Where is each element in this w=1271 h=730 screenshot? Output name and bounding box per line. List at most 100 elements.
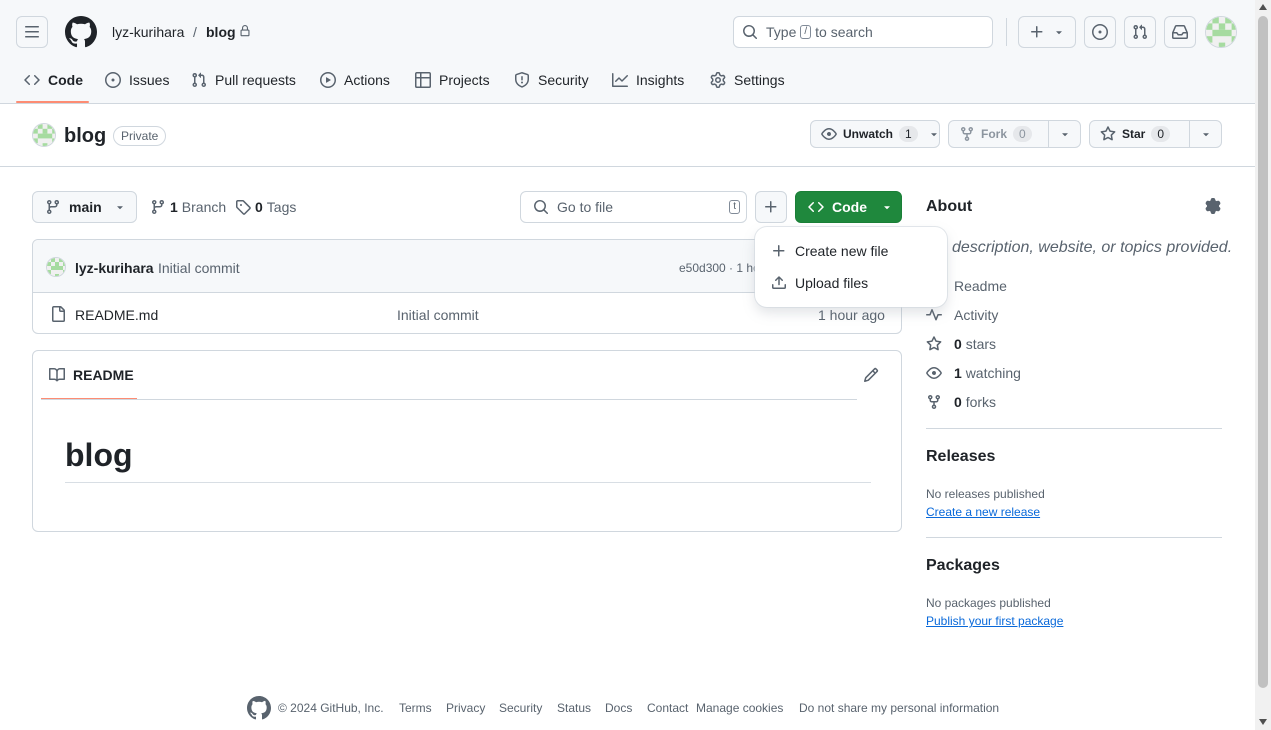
search-suffix: to search	[815, 24, 873, 40]
publish-package-link[interactable]: Publish your first package	[926, 614, 1063, 628]
packages-heading[interactable]: Packages	[926, 557, 1000, 575]
tags-link[interactable]: 0 Tags	[235, 199, 296, 215]
code-icon	[808, 201, 824, 213]
identicon-icon	[33, 124, 55, 146]
scroll-up-arrow-icon	[1259, 4, 1267, 10]
pull-requests-button[interactable]	[1124, 16, 1156, 48]
repo-owner-avatar[interactable]	[32, 123, 56, 147]
watching-count: 1	[954, 365, 962, 381]
file-commit-message[interactable]: Initial commit	[397, 307, 479, 323]
fork-dropdown-button[interactable]	[1048, 121, 1080, 147]
stars-link[interactable]: 0 stars	[926, 334, 996, 354]
unwatch-button[interactable]: Unwatch 1	[811, 121, 928, 147]
star-button[interactable]: Star 0	[1090, 121, 1189, 147]
breadcrumb-repo[interactable]: blog	[206, 24, 236, 40]
forks-link[interactable]: 0 forks	[926, 392, 996, 412]
git-branch-icon	[151, 200, 164, 215]
issue-opened-icon	[105, 72, 121, 88]
menu-button[interactable]	[16, 16, 48, 48]
activity-link-label: Activity	[954, 307, 999, 323]
footer-github-logo[interactable]	[247, 696, 271, 720]
sidebar-divider	[926, 428, 1222, 429]
scrollbar-thumb[interactable]	[1258, 16, 1268, 688]
tab-insights[interactable]: Insights	[612, 64, 684, 96]
commit-author[interactable]: lyz-kurihara	[75, 260, 154, 276]
commit-message[interactable]: Initial commit	[158, 260, 240, 276]
unwatch-label: Unwatch	[843, 127, 894, 141]
create-release-link[interactable]: Create a new release	[926, 505, 1040, 519]
releases-heading[interactable]: Releases	[926, 448, 995, 466]
watching-link[interactable]: 1 watching	[926, 363, 1021, 383]
activity-link[interactable]: Activity	[926, 305, 998, 325]
search-input[interactable]: Type / to search	[733, 16, 993, 48]
tab-issues[interactable]: Issues	[105, 64, 169, 96]
readme-tab[interactable]: README	[49, 367, 134, 383]
add-file-menu: Create new file Upload files	[755, 227, 947, 307]
tab-insights-label: Insights	[636, 72, 685, 88]
repo-name[interactable]: blog	[64, 124, 106, 148]
stars-count: 0	[954, 336, 962, 352]
tab-settings[interactable]: Settings	[710, 64, 785, 96]
upload-files-label: Upload files	[795, 275, 869, 291]
graph-icon	[612, 73, 628, 87]
commit-author-avatar[interactable]	[46, 257, 66, 277]
about-settings-button[interactable]	[1205, 198, 1221, 214]
footer-link-manage-cookies[interactable]: Manage cookies	[696, 700, 783, 716]
branches-count: 1	[170, 199, 178, 215]
file-name[interactable]: README.md	[75, 307, 158, 323]
active-tab-indicator	[16, 101, 89, 103]
search-shortcut-key: /	[800, 25, 812, 39]
gear-icon	[1205, 198, 1221, 214]
triangle-down-icon	[1061, 133, 1068, 137]
github-logo-link[interactable]	[65, 16, 97, 48]
create-new-file-item[interactable]: Create new file	[763, 235, 939, 267]
readme-tab-label: README	[73, 367, 134, 383]
go-to-file-input[interactable]: Go to file t	[520, 191, 747, 223]
issues-button[interactable]	[1084, 16, 1116, 48]
tab-projects[interactable]: Projects	[415, 64, 490, 96]
upload-icon	[772, 276, 786, 289]
github-logo-icon	[247, 696, 271, 720]
releases-empty-text: No releases published	[926, 487, 1045, 501]
tab-code[interactable]: Code	[24, 64, 83, 96]
fork-count: 0	[1013, 126, 1032, 142]
tab-actions[interactable]: Actions	[320, 64, 390, 96]
breadcrumb-owner[interactable]: lyz-kurihara	[112, 24, 184, 40]
branch-select-button[interactable]: main	[32, 191, 137, 223]
footer-link-status[interactable]: Status	[557, 700, 591, 716]
code-dropdown-button[interactable]: Code	[795, 191, 902, 223]
create-new-button[interactable]	[1018, 16, 1076, 48]
readme-heading: blog	[65, 437, 133, 473]
commit-hash[interactable]: e50d300 · 1 ho	[679, 261, 760, 275]
tab-pull-requests[interactable]: Pull requests	[191, 64, 296, 96]
tab-security[interactable]: Security	[514, 64, 589, 96]
footer-link-contact[interactable]: Contact	[647, 700, 688, 716]
upload-files-item[interactable]: Upload files	[763, 267, 939, 299]
identicon-icon	[1206, 17, 1236, 47]
footer-link-docs[interactable]: Docs	[605, 700, 632, 716]
about-heading: About	[926, 198, 973, 215]
footer-link-security[interactable]: Security	[499, 700, 542, 716]
eye-icon	[821, 128, 837, 140]
footer-link-terms[interactable]: Terms	[399, 700, 432, 716]
triangle-down-icon	[1202, 133, 1209, 137]
star-count: 0	[1151, 126, 1171, 142]
breadcrumb-separator: /	[193, 24, 197, 40]
fork-button[interactable]: Fork 0	[949, 121, 1048, 147]
footer-link-do-not-share[interactable]: Do not share my personal information	[799, 700, 999, 716]
forks-label: forks	[965, 394, 997, 410]
code-button-label: Code	[832, 199, 867, 215]
watch-dropdown-button[interactable]	[928, 121, 940, 147]
add-file-button[interactable]	[755, 191, 787, 223]
footer-link-privacy[interactable]: Privacy	[446, 700, 485, 716]
pulse-icon	[926, 309, 942, 321]
inbox-button[interactable]	[1164, 16, 1196, 48]
user-avatar[interactable]	[1205, 16, 1237, 48]
branches-link[interactable]: 1 Branch	[150, 199, 226, 215]
edit-readme-button[interactable]	[861, 365, 881, 385]
scroll-down-arrow-icon	[1259, 719, 1267, 725]
fork-label: Fork	[981, 127, 1008, 141]
file-time: 1 hour ago	[818, 307, 885, 323]
star-dropdown-button[interactable]	[1189, 121, 1221, 147]
header-divider	[1006, 18, 1007, 46]
